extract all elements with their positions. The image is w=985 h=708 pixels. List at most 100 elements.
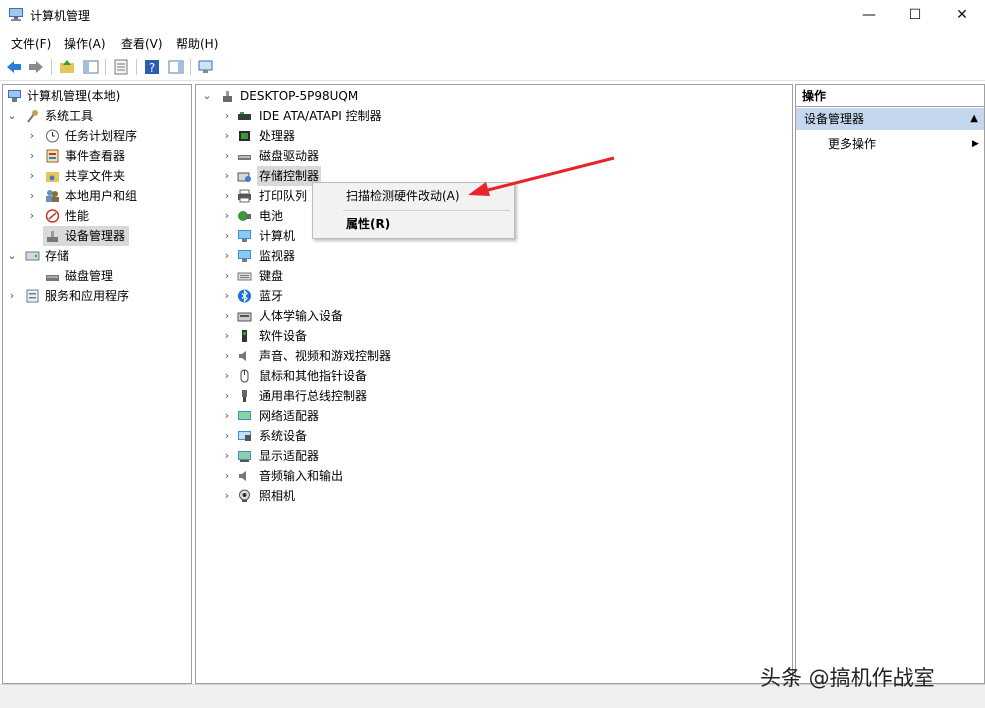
show-hide-tree-icon[interactable]: [82, 58, 100, 76]
close-button[interactable]: ✕: [939, 0, 985, 30]
chevron-right-icon[interactable]: ›: [222, 406, 232, 426]
tree-system-tools[interactable]: ⌄ 系统工具: [7, 106, 187, 126]
device-manager-icon: [47, 231, 58, 242]
chevron-right-icon[interactable]: ›: [222, 466, 232, 486]
actions-section-device-manager[interactable]: 设备管理器 ▲: [796, 108, 984, 130]
tree-device-manager[interactable]: 设备管理器: [43, 226, 129, 246]
chevron-right-icon[interactable]: ›: [222, 246, 232, 266]
title-bar: 计算机管理 — ☐ ✕: [0, 0, 985, 30]
tree-event-viewer[interactable]: › 事件查看器: [27, 146, 187, 166]
device-category-label: 人体学输入设备: [259, 309, 344, 323]
chevron-right-icon[interactable]: ›: [222, 226, 232, 246]
camera-icon: [239, 489, 250, 502]
device-category-item[interactable]: › 蓝牙: [222, 286, 522, 306]
back-arrow-icon[interactable]: [5, 58, 23, 76]
storage-controller-icon: [237, 172, 251, 182]
device-category-item[interactable]: › 声音、视频和游戏控制器: [222, 346, 522, 366]
tree-services-apps[interactable]: › 服务和应用程序: [7, 286, 187, 306]
device-category-label: 打印队列: [259, 189, 308, 203]
tree-task-scheduler[interactable]: › 任务计划程序: [27, 126, 187, 146]
toolbar: ?: [0, 54, 985, 81]
menu-view[interactable]: 查看(V): [121, 35, 163, 52]
disk-management-icon: [46, 275, 59, 281]
scan-hardware-icon[interactable]: [197, 58, 215, 76]
help-icon[interactable]: ?: [143, 58, 161, 76]
chevron-right-icon[interactable]: ›: [222, 146, 232, 166]
device-category-label: 显示适配器: [259, 449, 320, 463]
device-category-label: 系统设备: [259, 429, 308, 443]
battery-icon: [238, 211, 251, 221]
forward-arrow-icon[interactable]: [27, 58, 45, 76]
chevron-right-icon[interactable]: ›: [222, 286, 232, 306]
chevron-right-icon[interactable]: ›: [222, 166, 232, 186]
chevron-right-icon[interactable]: ›: [7, 286, 17, 306]
chevron-right-icon[interactable]: ›: [27, 186, 37, 206]
chevron-down-icon[interactable]: ⌄: [202, 86, 212, 106]
audio-io-icon: [239, 471, 246, 481]
chevron-right-icon[interactable]: ›: [222, 126, 232, 146]
chevron-right-icon[interactable]: ›: [222, 446, 232, 466]
chevron-right-icon[interactable]: ›: [222, 426, 232, 446]
up-folder-icon[interactable]: [58, 58, 76, 76]
chevron-right-icon[interactable]: ›: [222, 266, 232, 286]
actions-section-label: 设备管理器: [804, 112, 865, 126]
chevron-right-icon[interactable]: ›: [222, 186, 232, 206]
chevron-right-icon[interactable]: ›: [222, 486, 232, 506]
maximize-button[interactable]: ☐: [892, 0, 938, 30]
chevron-right-icon[interactable]: ›: [222, 366, 232, 386]
action-pane-icon[interactable]: [167, 58, 185, 76]
device-category-item[interactable]: › 网络适配器: [222, 406, 522, 426]
device-category-item[interactable]: › 音频输入和输出: [222, 466, 522, 486]
device-category-item[interactable]: › 通用串行总线控制器: [222, 386, 522, 406]
actions-pane: 操作 设备管理器 ▲ 更多操作 ▶: [795, 84, 985, 684]
monitor-icon: [238, 250, 251, 262]
device-category-item[interactable]: › IDE ATA/ATAPI 控制器: [222, 106, 522, 126]
device-category-item[interactable]: › 系统设备: [222, 426, 522, 446]
minimize-button[interactable]: —: [846, 0, 892, 30]
chevron-right-icon[interactable]: ›: [222, 306, 232, 326]
device-category-label: 处理器: [259, 129, 296, 143]
tree-storage[interactable]: ⌄ 存储: [7, 246, 187, 266]
device-category-item[interactable]: › 软件设备: [222, 326, 522, 346]
event-viewer-icon: [46, 149, 59, 163]
chevron-down-icon[interactable]: ⌄: [7, 246, 17, 266]
device-tree-root[interactable]: ⌄ DESKTOP-5P98UQM: [202, 86, 502, 106]
device-category-item[interactable]: › 处理器: [222, 126, 522, 146]
chevron-down-icon[interactable]: ⌄: [7, 106, 17, 126]
chevron-right-icon[interactable]: ›: [27, 146, 37, 166]
device-category-item[interactable]: › 鼠标和其他指针设备: [222, 366, 522, 386]
menu-file[interactable]: 文件(F): [11, 35, 51, 52]
chevron-right-icon[interactable]: ›: [27, 126, 37, 146]
tree-root[interactable]: 计算机管理(本地): [7, 86, 187, 106]
tree-disk-management[interactable]: 磁盘管理: [43, 266, 187, 286]
chevron-right-icon[interactable]: ›: [222, 346, 232, 366]
chevron-right-icon[interactable]: ›: [27, 206, 37, 226]
processor-icon: [239, 131, 250, 141]
more-actions-item[interactable]: 更多操作 ▶: [828, 134, 979, 154]
system-device-icon: [238, 431, 251, 441]
chevron-right-icon[interactable]: ›: [27, 166, 37, 186]
device-category-item[interactable]: › 人体学输入设备: [222, 306, 522, 326]
device-category-item[interactable]: › 监视器: [222, 246, 522, 266]
tree-performance[interactable]: › 性能: [27, 206, 187, 226]
device-category-item[interactable]: › 显示适配器: [222, 446, 522, 466]
tree-shared-folders[interactable]: › 共享文件夹: [27, 166, 187, 186]
computer-icon: [238, 230, 251, 242]
menu-action[interactable]: 操作(A): [64, 35, 106, 52]
tree-local-users[interactable]: › 本地用户和组: [27, 186, 187, 206]
properties-sheet-icon[interactable]: [112, 58, 130, 76]
device-category-item[interactable]: › 键盘: [222, 266, 522, 286]
chevron-right-icon[interactable]: ›: [222, 206, 232, 226]
performance-icon: [45, 209, 60, 223]
chevron-right-icon[interactable]: ›: [222, 326, 232, 346]
context-properties[interactable]: 属性(R): [313, 213, 514, 235]
computer-management-icon: [9, 8, 23, 21]
collapse-up-icon[interactable]: ▲: [970, 108, 978, 130]
watermark: 头条 @搞机作战室: [760, 666, 935, 690]
device-category-label: 鼠标和其他指针设备: [259, 369, 368, 383]
device-category-item[interactable]: › 照相机: [222, 486, 522, 506]
menu-bar: 文件(F) 操作(A) 查看(V) 帮助(H): [0, 32, 985, 54]
chevron-right-icon[interactable]: ›: [222, 386, 232, 406]
menu-help[interactable]: 帮助(H): [176, 35, 218, 52]
chevron-right-icon[interactable]: ›: [222, 106, 232, 126]
